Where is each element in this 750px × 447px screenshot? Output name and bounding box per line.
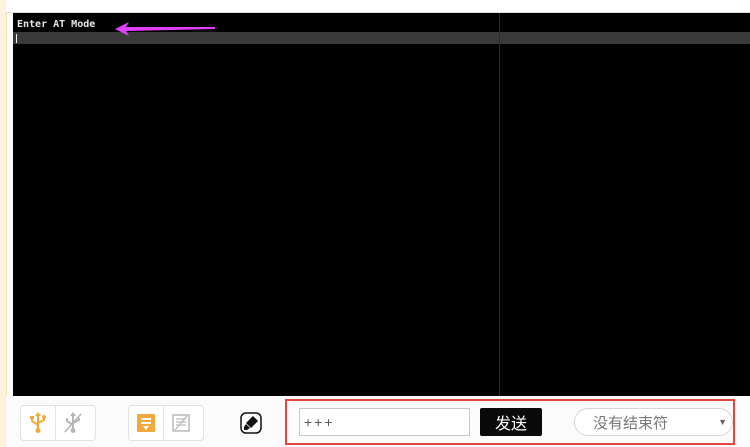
chevron-down-icon: ▼ bbox=[718, 417, 727, 427]
line-ending-value: 没有结束符 bbox=[593, 413, 669, 432]
terminal-output[interactable]: Enter AT Mode bbox=[13, 13, 750, 396]
log-button-group bbox=[128, 405, 204, 441]
usb-icon bbox=[30, 412, 46, 433]
terminal-divider bbox=[499, 13, 500, 396]
clear-log-button[interactable] bbox=[163, 406, 197, 440]
usb-connect-button[interactable] bbox=[21, 406, 55, 440]
left-edge-panel bbox=[0, 0, 7, 447]
usb-disconnect-button[interactable] bbox=[55, 406, 89, 440]
annotation-arrow-icon bbox=[115, 22, 215, 36]
command-input[interactable] bbox=[299, 408, 470, 436]
usb-button-group bbox=[20, 405, 96, 441]
clear-log-icon bbox=[171, 414, 190, 432]
app-window: Enter AT Mode +++ 发送 没有结束符 ▼ bbox=[0, 0, 750, 447]
save-log-button[interactable] bbox=[129, 406, 163, 440]
send-button[interactable]: 发送 bbox=[480, 408, 542, 436]
usb-disabled-icon bbox=[63, 412, 82, 433]
top-strip bbox=[6, 0, 750, 13]
brush-icon bbox=[240, 412, 262, 434]
line-ending-select[interactable]: 没有结束符 ▼ bbox=[574, 408, 733, 436]
save-log-icon bbox=[137, 414, 155, 432]
terminal-cursor bbox=[16, 34, 17, 43]
terminal-line: Enter AT Mode bbox=[17, 19, 96, 30]
brush-tool-button[interactable] bbox=[239, 411, 263, 435]
